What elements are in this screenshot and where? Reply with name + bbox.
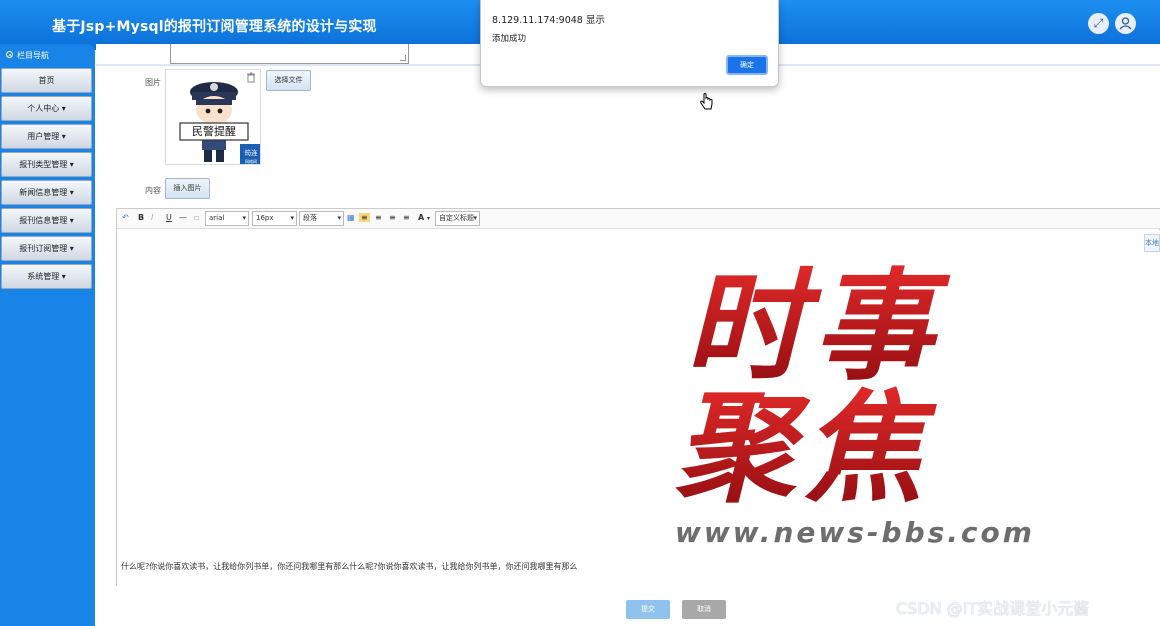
- sidebar-item-system-management[interactable]: 系统管理 ▾: [1, 264, 92, 289]
- delete-image-icon[interactable]: [246, 72, 256, 86]
- choose-file-button[interactable]: 选择文件: [266, 70, 311, 91]
- image-label: 图片: [145, 78, 161, 87]
- sidebar: 栏目导航 首页 个人中心 ▾ 用户管理 ▾ 报刊类型管理 ▾ 新闻信息管理 ▾ …: [0, 44, 95, 626]
- align-center-icon[interactable]: ≡: [375, 213, 382, 222]
- preview-caption: 民警提醒: [192, 124, 236, 138]
- sidebar-item-newspaper-type-management[interactable]: 报刊类型管理 ▾: [1, 152, 92, 177]
- sidebar-item-personal-center[interactable]: 个人中心 ▾: [1, 96, 92, 121]
- banner-line-1: 时事: [685, 258, 951, 397]
- bold-button[interactable]: B: [138, 213, 144, 222]
- chevron-down-icon[interactable]: ▾: [427, 215, 430, 222]
- sidebar-item-home[interactable]: 首页: [1, 68, 92, 93]
- preview-badge: 筠连: [245, 148, 259, 157]
- trash-icon: [247, 72, 255, 83]
- sidebar-item-subscription-management[interactable]: 报刊订阅管理 ▾: [1, 236, 92, 261]
- textarea-field[interactable]: [170, 44, 409, 64]
- watermark-text: CSDN @IT实战课堂小元酱: [896, 599, 1090, 618]
- sidebar-item-news-management[interactable]: 新闻信息管理 ▾: [1, 180, 92, 205]
- undo-icon[interactable]: ↶: [122, 213, 129, 222]
- align-right-icon[interactable]: ≡: [389, 213, 396, 222]
- custom-title-select[interactable]: 自定义标题: [435, 211, 480, 226]
- editor-content-area[interactable]: 本地 时事 聚焦 www.news-bbs.com 什么呢?你说你喜欢读书，让我…: [117, 230, 1160, 586]
- dialog-origin: 8.129.11.174:9048 显示: [492, 15, 605, 26]
- nav-dot-icon: [6, 51, 13, 58]
- user-glyph: [1119, 17, 1132, 30]
- insert-image-button[interactable]: 插入图片: [165, 178, 210, 199]
- fullscreen-icon[interactable]: ⤢: [1088, 13, 1109, 34]
- sidebar-title-text: 栏目导航: [17, 51, 49, 60]
- sidebar-item-newspaper-info-management[interactable]: 报刊信息管理 ▾: [1, 208, 92, 233]
- font-family-select[interactable]: arial: [205, 211, 249, 226]
- align-left-icon[interactable]: ≡: [359, 213, 370, 222]
- horizontal-rule-icon[interactable]: —: [179, 213, 187, 222]
- dialog-message: 添加成功: [492, 34, 527, 44]
- align-justify-icon[interactable]: ≡: [403, 213, 410, 222]
- italic-button[interactable]: I: [151, 213, 153, 222]
- editor-toolbar: ↶ B I U — ▫ arial 16px 段落 ▦ ≡ ≡ ≡ ≡ A ▾ …: [117, 209, 1160, 229]
- font-size-select[interactable]: 16px: [252, 211, 297, 226]
- format-clear-icon[interactable]: ▫: [194, 213, 199, 222]
- sidebar-title: 栏目导航: [0, 44, 95, 68]
- content-label: 内容: [145, 186, 161, 195]
- app-title: 基于Jsp+Mysql的报刊订阅管理系统的设计与实现: [52, 19, 377, 35]
- news-banner-image: 时事 聚焦 www.news-bbs.com: [675, 258, 1035, 549]
- sidebar-item-user-management[interactable]: 用户管理 ▾: [1, 124, 92, 149]
- user-icon[interactable]: [1115, 13, 1136, 34]
- alert-dialog: 8.129.11.174:9048 显示 添加成功 确定: [480, 0, 779, 87]
- hand-cursor-icon: [700, 93, 713, 110]
- table-icon[interactable]: ▦: [347, 213, 355, 222]
- submit-button[interactable]: 提交: [626, 600, 670, 619]
- cancel-button[interactable]: 取消: [682, 600, 726, 619]
- preview-badge-sub: 网络网: [245, 158, 257, 164]
- dialog-ok-button[interactable]: 确定: [726, 55, 768, 75]
- underline-button[interactable]: U: [166, 213, 172, 222]
- banner-line-2: 聚焦: [675, 380, 937, 519]
- banner-url: www.news-bbs.com: [675, 516, 1035, 549]
- font-color-button[interactable]: A: [418, 213, 424, 222]
- content-text: 什么呢?你说你喜欢读书，让我给你列书单，你还问我哪里有那么什么呢?你说你喜欢读书…: [121, 562, 578, 571]
- paragraph-select[interactable]: 段落: [299, 211, 344, 226]
- rich-text-editor: ↶ B I U — ▫ arial 16px 段落 ▦ ≡ ≡ ≡ ≡ A ▾ …: [116, 208, 1160, 586]
- main-panel: 图片 民警提醒 筠连 网络网 选择文件 内容 插入图片 ↶ B I U — ▫ …: [96, 44, 1160, 626]
